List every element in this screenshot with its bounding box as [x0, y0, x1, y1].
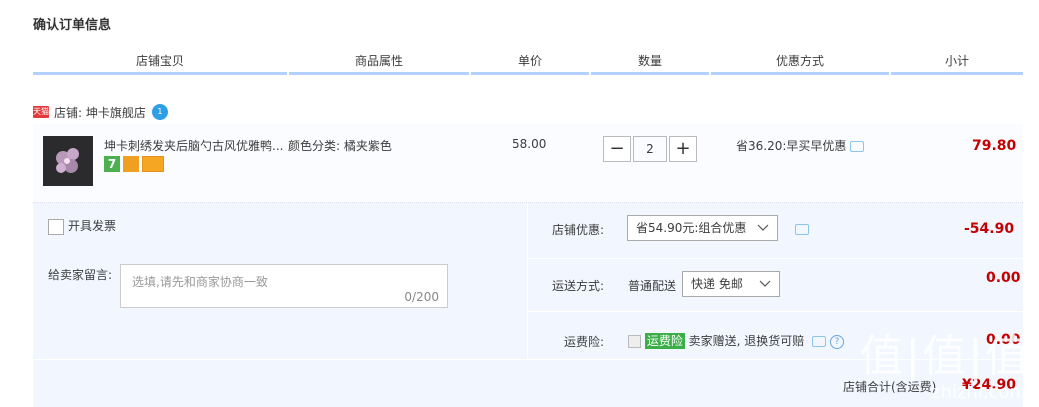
seven-day-return-icon: 7 — [104, 156, 120, 172]
comment-icon[interactable] — [812, 336, 827, 347]
product-name[interactable]: 坤卡刺绣发夹后脑勺古风优雅鸭... — [104, 137, 284, 154]
store-row: 天猫 店铺: 坤卡旗舰店 1 — [33, 102, 168, 122]
message-label: 给卖家留言: — [48, 268, 113, 282]
header-quantity: 数量 — [591, 50, 709, 75]
store-discount-label: 店铺优惠: — [552, 223, 605, 237]
insurance-label: 运费险: — [564, 335, 605, 349]
insurance-checkbox[interactable] — [628, 335, 641, 348]
message-input[interactable]: 选填,请先和商家协商一致 0/200 — [120, 264, 448, 308]
chevron-down-icon — [759, 280, 771, 287]
chevron-down-icon — [757, 224, 769, 231]
header-unit-price: 单价 — [471, 50, 589, 75]
store-discount-select[interactable]: 省54.90元:组合优惠 — [627, 215, 778, 241]
guarantee-icon — [123, 156, 139, 172]
checkbox-box[interactable] — [48, 218, 64, 235]
divider — [527, 258, 1023, 259]
product-thumbnail[interactable] — [43, 136, 93, 186]
comment-icon[interactable] — [850, 141, 865, 152]
header-subtotal: 小计 — [891, 50, 1023, 75]
product-attribute: 颜色分类: 橘夹紫色 — [288, 139, 392, 153]
tmall-icon: 天猫 — [33, 106, 49, 118]
watermark: 值|值|值 — [859, 331, 1031, 382]
message-counter: 0/200 — [404, 290, 439, 304]
shipping-label: 运送方式: — [552, 279, 605, 293]
item-promo: 省36.20:早买早优惠 — [736, 137, 865, 154]
store-discount-value: 省54.90元:组合优惠 — [636, 221, 747, 235]
invoice-checkbox[interactable]: 开具发票 — [48, 217, 116, 235]
order-item-row — [33, 124, 1023, 203]
divider — [527, 203, 528, 359]
store-name[interactable]: 店铺: 坤卡旗舰店 — [54, 104, 146, 121]
shipping-amount: 0.00 — [986, 270, 1021, 286]
shipping-type: 普通配送 — [628, 279, 677, 293]
qty-input[interactable]: 2 — [633, 136, 667, 162]
divider — [527, 311, 1023, 312]
qty-plus-button[interactable]: + — [669, 136, 697, 162]
insurance-row: 运费险 卖家赠送, 退换货可赔 ? — [628, 332, 844, 349]
shipping-select[interactable]: 快递 免邮 — [682, 271, 780, 297]
promo-text: 省36.20:早买早优惠 — [736, 139, 847, 153]
hairclip-flower-icon — [56, 148, 79, 173]
item-subtotal: 79.80 — [972, 138, 1017, 154]
page-title: 确认订单信息 — [33, 18, 112, 33]
header-attributes: 商品属性 — [289, 50, 469, 75]
credit-card-icon — [142, 156, 164, 172]
shipping-value: 快递 免邮 — [691, 277, 743, 291]
invoice-label: 开具发票 — [68, 219, 117, 233]
header-discount: 优惠方式 — [711, 50, 889, 75]
quantity-stepper: − 2 + — [603, 136, 697, 162]
store-discount-amount: -54.90 — [964, 221, 1015, 237]
qty-minus-button[interactable]: − — [603, 136, 631, 162]
comment-icon[interactable] — [795, 224, 809, 235]
table-header: 店铺宝贝 商品属性 单价 数量 优惠方式 小计 — [33, 50, 1023, 75]
unit-price: 58.00 — [512, 137, 547, 151]
chat-icon[interactable]: 1 — [151, 104, 168, 120]
insurance-text: 卖家赠送, 退换货可赔 — [688, 334, 805, 348]
help-icon[interactable]: ? — [829, 334, 844, 349]
insurance-tag: 运费险 — [644, 333, 685, 349]
message-placeholder: 选填,请先和商家协商一致 — [132, 275, 268, 289]
service-badges: 7 — [104, 156, 164, 172]
watermark-url: zhizhi.com — [931, 382, 1027, 403]
header-store-item: 店铺宝贝 — [33, 50, 287, 75]
